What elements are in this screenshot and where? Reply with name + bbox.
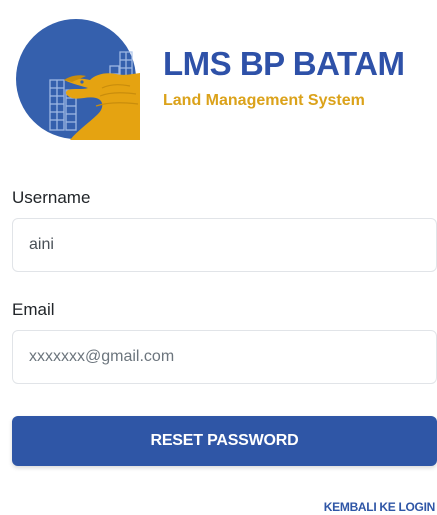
username-label: Username — [12, 188, 91, 207]
app-subtitle: Land Management System — [163, 92, 365, 109]
email-label: Email — [12, 300, 55, 319]
username-input[interactable] — [12, 218, 437, 272]
email-input[interactable] — [12, 330, 437, 384]
back-to-login-link[interactable]: KEMBALI KE LOGIN — [324, 500, 436, 514]
reset-password-button[interactable]: RESET PASSWORD — [12, 416, 437, 466]
app-title: LMS BP BATAM — [163, 45, 405, 82]
bp-batam-logo-icon — [16, 19, 140, 140]
reset-password-page: LMS BP BATAM Land Management System User… — [0, 0, 437, 515]
